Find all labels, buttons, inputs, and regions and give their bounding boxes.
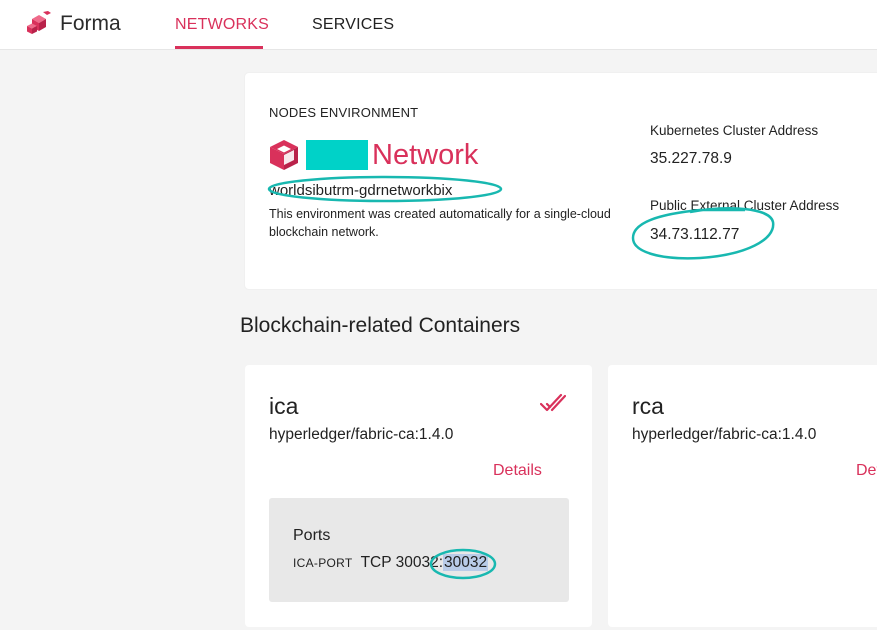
top-bar: Forma NETWORKS SERVICES xyxy=(0,0,877,50)
containers-section-title: Blockchain-related Containers xyxy=(240,314,521,337)
environment-title: Network xyxy=(268,139,478,171)
tab-networks[interactable]: NETWORKS xyxy=(175,16,269,34)
container-image: hyperledger/fabric-ca:1.4.0 xyxy=(269,426,454,443)
double-check-icon[interactable] xyxy=(540,393,566,413)
port-protocol: TCP xyxy=(360,554,392,571)
host-port[interactable]: 30032 xyxy=(443,554,489,571)
environment-description: This environment was created automatical… xyxy=(269,207,611,239)
section-label: NODES ENVIRONMENT xyxy=(269,105,419,120)
details-link[interactable]: Details xyxy=(856,462,877,480)
container-image: hyperledger/fabric-ca:1.4.0 xyxy=(632,426,817,443)
container-name: ica xyxy=(269,393,299,419)
redacted-block xyxy=(306,140,368,170)
environment-name: Network xyxy=(372,139,479,171)
environment-card: NODES ENVIRONMENT Network worldsibutrm-g… xyxy=(245,73,877,289)
public-address-label: Public External Cluster Address xyxy=(650,198,840,213)
details-link[interactable]: Details xyxy=(493,462,542,480)
ports-panel: Ports ICA-PORT TCP 30032:30032 xyxy=(269,498,569,602)
kubernetes-address-value: 35.227.78.9 xyxy=(650,150,732,167)
brand-name: Forma xyxy=(60,12,121,35)
tab-services[interactable]: SERVICES xyxy=(312,16,394,34)
container-card-ica: ica hyperledger/fabric-ca:1.4.0 Details … xyxy=(245,365,592,627)
port-row: ICA-PORT TCP 30032:30032 xyxy=(293,554,489,572)
port-name: ICA-PORT xyxy=(293,556,353,570)
forma-logo-icon xyxy=(27,11,51,34)
container-card-rca: rca hyperledger/fabric-ca:1.4.0 Details xyxy=(608,365,877,627)
container-name: rca xyxy=(632,393,664,419)
active-tab-indicator xyxy=(175,46,263,49)
environment-id: worldsibutrm-gdrnetworkbix xyxy=(269,182,453,199)
cube-icon xyxy=(270,140,298,170)
ports-title: Ports xyxy=(293,527,331,544)
kubernetes-address-label: Kubernetes Cluster Address xyxy=(650,123,819,138)
public-address-value: 34.73.112.77 xyxy=(650,226,740,243)
forma-logo[interactable]: Forma xyxy=(26,11,121,37)
container-port: 30032 xyxy=(395,554,439,571)
